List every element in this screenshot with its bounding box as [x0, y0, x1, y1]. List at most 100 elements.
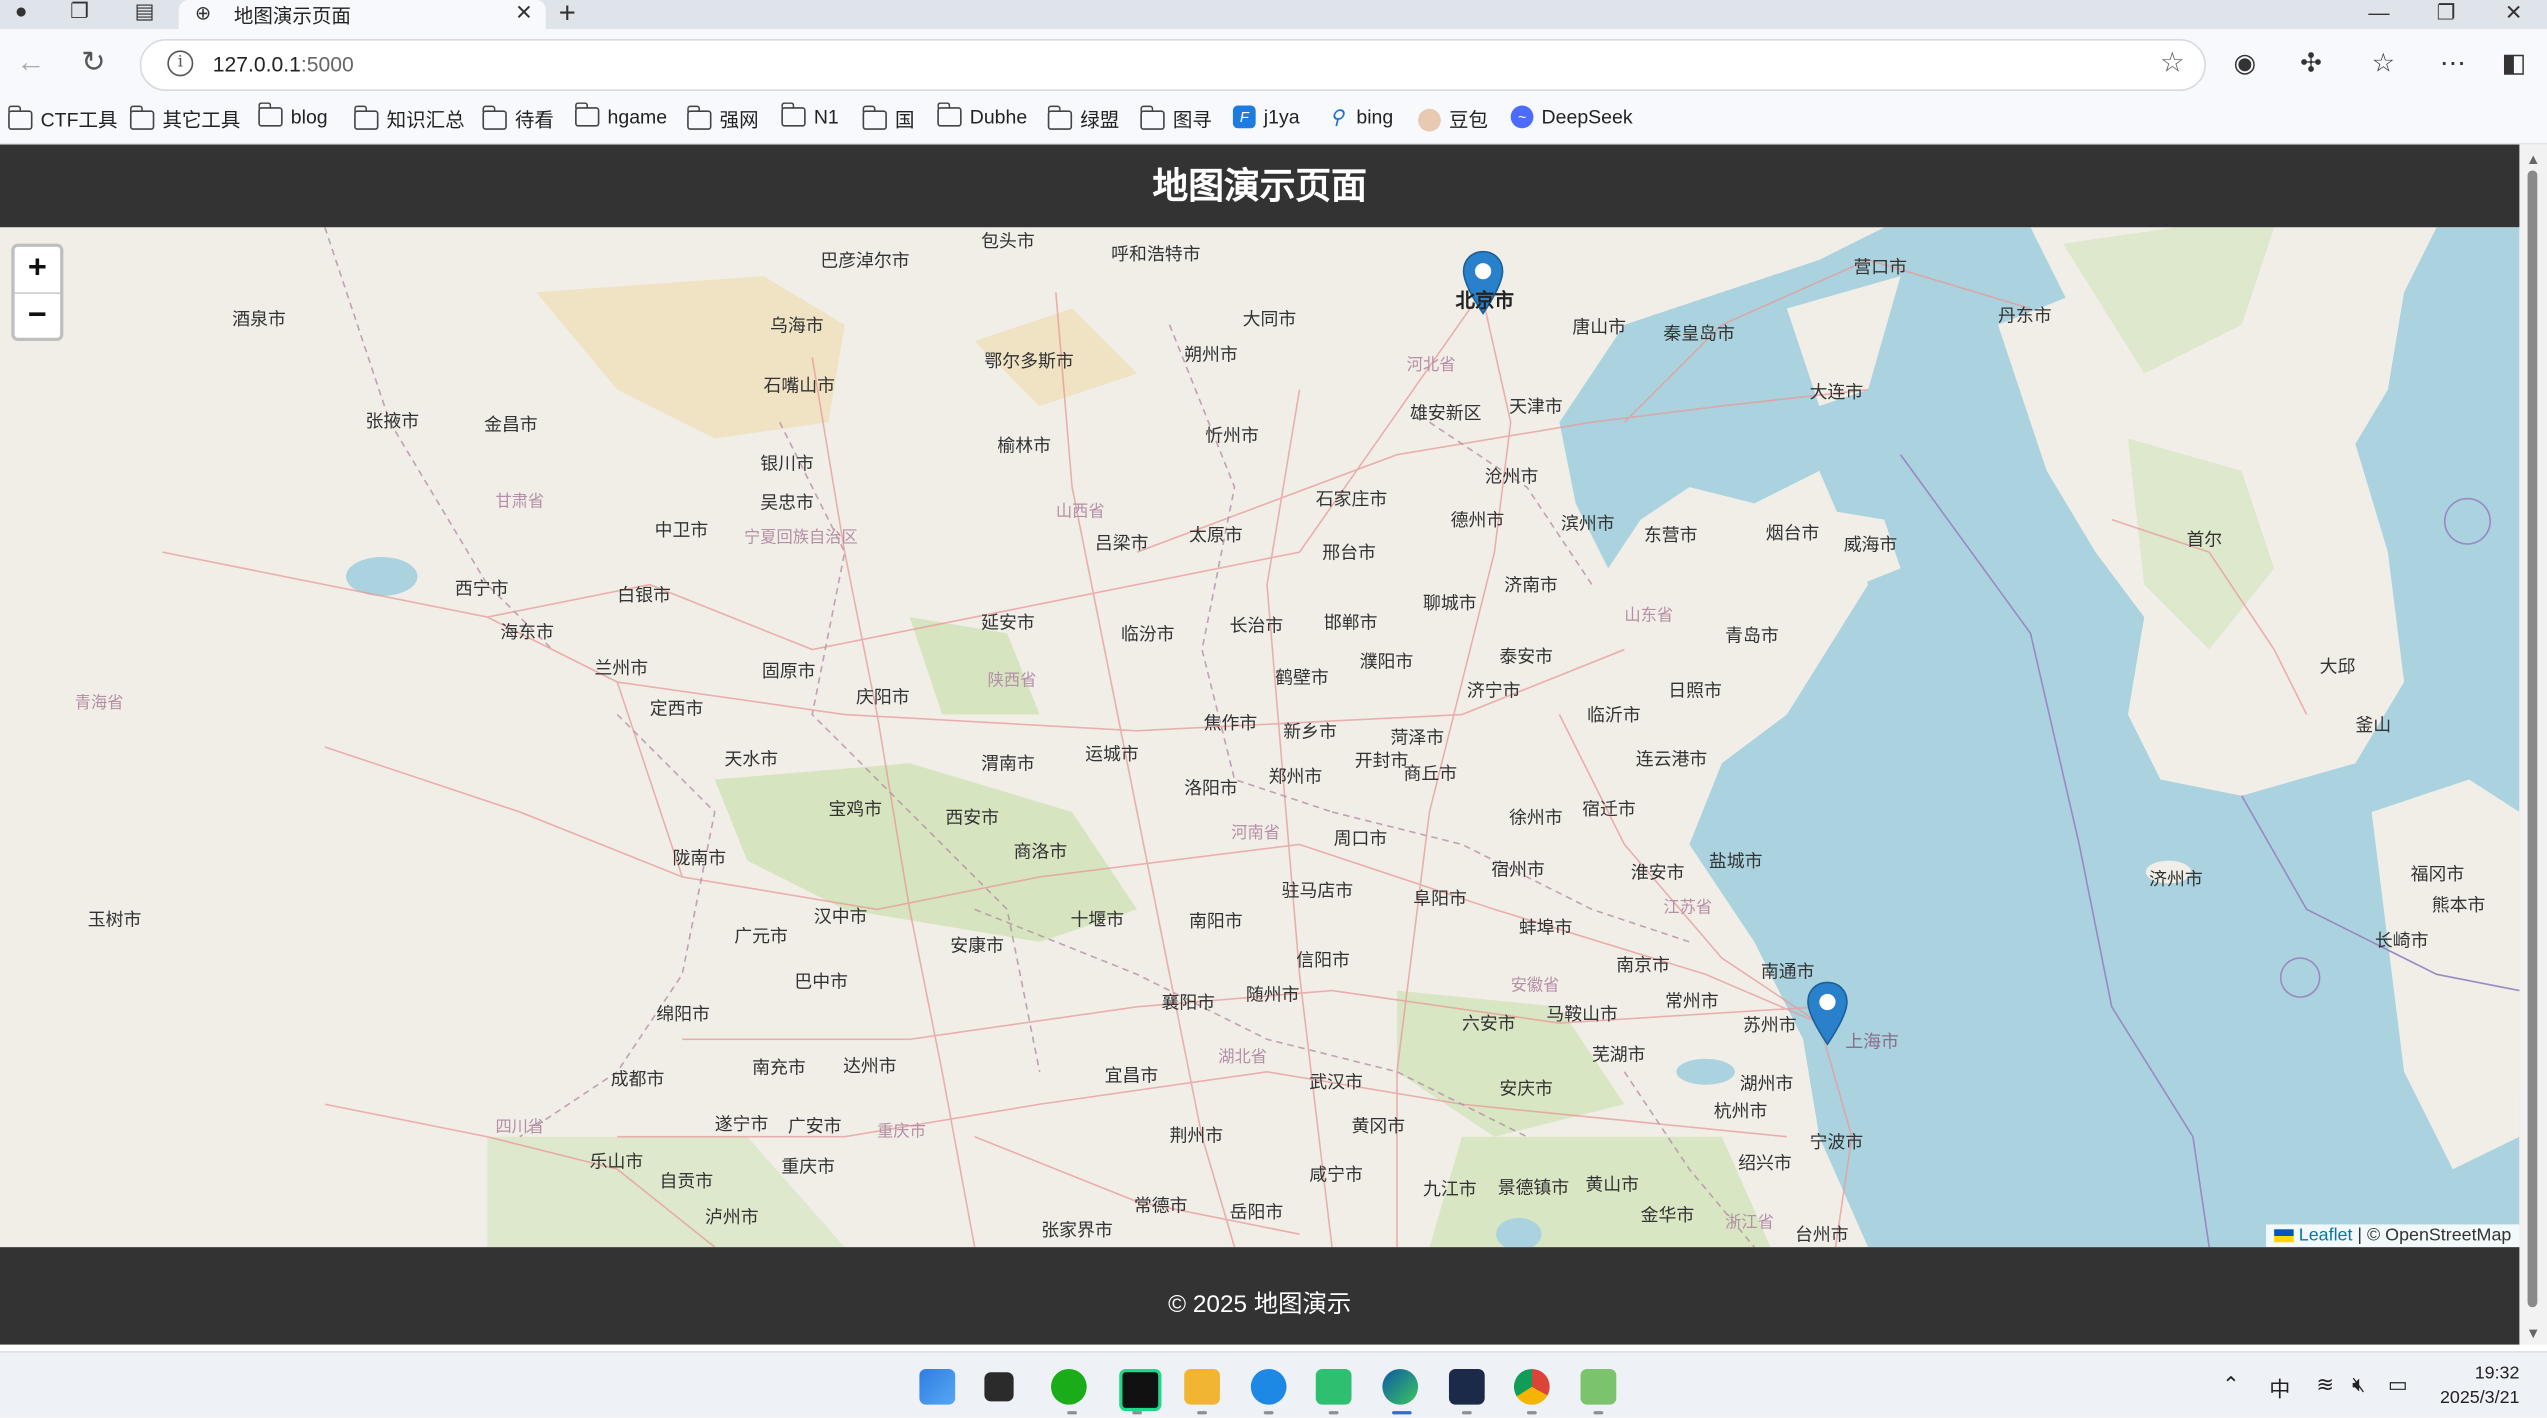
city-label: 秦皇岛市 [1663, 324, 1735, 345]
city-label: 宿州市 [1491, 860, 1545, 881]
city-label: 邢台市 [1322, 544, 1376, 564]
tab-title: 地图演示页面 [233, 4, 351, 28]
bookmark-folder[interactable]: CTF工具 [8, 104, 117, 134]
reload-icon[interactable]: ↻ [81, 45, 106, 79]
volume-muted-icon[interactable]: 🔇︎ [2352, 1372, 2365, 1398]
bookmark-link[interactable]: ⚲ bing [1326, 106, 1394, 129]
windows-taskbar: ⌃ 中 ≋ 🔇︎ ▭ 19:32 2025/3/21 [0, 1351, 2547, 1418]
terminal-cat-icon[interactable] [1448, 1368, 1485, 1405]
notes-app-icon[interactable] [1315, 1368, 1352, 1405]
city-label: 吴忠市 [760, 493, 814, 514]
favorites-icon[interactable]: ☆ [2372, 47, 2395, 79]
city-label: 自贡市 [659, 1172, 714, 1192]
tab-actions-icon[interactable]: ▤ [130, 0, 159, 26]
marker-label-beijing: 北京市 [1455, 289, 1514, 312]
battery-icon[interactable]: ▭ [2388, 1372, 2408, 1398]
city-label: 新乡市 [1283, 722, 1337, 743]
city-label: 连云港市 [1635, 750, 1708, 770]
city-label: 湖州市 [1739, 1075, 1794, 1095]
city-label: 驻马店市 [1281, 881, 1354, 902]
ime-indicator[interactable]: 中 [2269, 1372, 2290, 1403]
scrollbar-thumb[interactable] [2527, 170, 2538, 1308]
minimize-icon[interactable]: — [2368, 0, 2389, 24]
bookmark-folder[interactable]: 绿盟 [1047, 104, 1119, 134]
city-label: 商丘市 [1403, 764, 1458, 785]
city-label: 随州市 [1245, 985, 1300, 1006]
url-text[interactable]: 127.0.0.1:5000 [213, 52, 354, 76]
city-label: 兰州市 [594, 659, 649, 679]
chrome-icon[interactable] [1513, 1368, 1550, 1405]
city-label: 济州市 [2149, 870, 2203, 890]
city-label: 宁波市 [1809, 1133, 1864, 1153]
city-label: 海东市 [500, 623, 554, 644]
clock[interactable]: 19:32 2025/3/21 [2440, 1362, 2519, 1411]
bookmark-folder[interactable]: blog [258, 102, 328, 128]
bookmark-folder[interactable]: 其它工具 [129, 104, 240, 134]
site-info-icon[interactable]: i [167, 50, 194, 77]
osm-link[interactable]: OpenStreetMap [2385, 1226, 2511, 1245]
city-label: 雄安新区 [1409, 404, 1482, 424]
leaflet-map[interactable]: 山西省 陕西省 河南省 山东省 江苏省 安徽省 湖北省 四川省 重庆市 浙江省 … [0, 227, 2520, 1248]
bookmark-folder[interactable]: N1 [781, 102, 839, 128]
bookmark-folder[interactable]: hgame [575, 102, 667, 128]
bookmark-folder[interactable]: 图寻 [1140, 104, 1212, 134]
windows-start-icon[interactable] [919, 1368, 956, 1405]
edge-icon[interactable] [1382, 1368, 1419, 1405]
city-label: 广安市 [787, 1117, 842, 1137]
bookmark-folder[interactable]: 强网 [687, 104, 759, 134]
more-menu-icon[interactable]: ⋯ [2440, 47, 2466, 79]
leaflet-link[interactable]: Leaflet [2299, 1226, 2353, 1245]
folder-icon [687, 104, 712, 130]
bookmark-link[interactable]: Fj1ya [1232, 105, 1300, 129]
extension-circle-icon[interactable]: ◉ [2234, 47, 2257, 79]
new-tab-icon[interactable]: + [559, 0, 576, 31]
restore-icon[interactable]: ❐ [2437, 0, 2456, 26]
city-label: 咸宁市 [1309, 1165, 1363, 1186]
tab-active[interactable]: ⊕ 地图演示页面 ✕ [178, 0, 546, 30]
close-tab-icon[interactable]: ✕ [515, 0, 533, 26]
city-label: 呼和浩特市 [1111, 245, 1201, 265]
bookmark-folder[interactable]: 国 [862, 104, 915, 134]
page-scrollbar[interactable]: ▲ ▼ [2519, 144, 2547, 1345]
favorite-star-icon[interactable]: ☆ [2160, 47, 2185, 79]
city-label: 金昌市 [484, 415, 538, 436]
scroll-down-icon[interactable]: ▼ [2526, 1325, 2540, 1341]
city-label: 杭州市 [1713, 1102, 1768, 1123]
wechat-icon[interactable] [1050, 1368, 1087, 1405]
profile-icon[interactable]: ● [6, 0, 35, 26]
city-label: 朔州市 [1184, 345, 1238, 366]
back-icon[interactable]: ← [16, 45, 45, 79]
map-marker-shanghai[interactable] [1806, 981, 1848, 1046]
wifi-icon[interactable]: ≋ [2316, 1372, 2334, 1398]
bookmark-link[interactable]: ~ DeepSeek [1510, 105, 1633, 129]
extensions-icon[interactable]: ✣ [2300, 47, 2322, 79]
task-view-icon[interactable] [984, 1372, 1014, 1402]
city-label: 酒泉市 [232, 310, 286, 330]
bookmark-link[interactable]: 豆包 [1418, 106, 1488, 134]
url-bar[interactable]: i 127.0.0.1:5000 ☆ [139, 38, 2206, 91]
city-label: 遂宁市 [714, 1115, 769, 1136]
folder-icon [575, 102, 600, 127]
close-window-icon[interactable]: ✕ [2505, 0, 2523, 26]
city-label: 徐州市 [1509, 808, 1563, 829]
city-label: 开封市 [1354, 751, 1409, 772]
city-label: 首尔 [2186, 531, 2223, 551]
remote-desktop-icon[interactable] [1580, 1368, 1617, 1405]
bookmark-folder[interactable]: 知识汇总 [354, 104, 465, 134]
city-label: 临汾市 [1120, 625, 1175, 645]
file-explorer-icon[interactable] [1184, 1368, 1220, 1405]
scroll-up-icon[interactable]: ▲ [2526, 151, 2540, 167]
region-label: 江苏省 [1663, 899, 1713, 918]
sidebar-icon[interactable]: ◧ [2502, 47, 2527, 79]
tray-expand-icon[interactable]: ⌃ [2222, 1372, 2240, 1398]
bookmark-folder[interactable]: Dubhe [937, 102, 1027, 128]
zoom-out-button[interactable]: − [15, 294, 60, 339]
browser-app-icon[interactable] [1250, 1368, 1287, 1405]
marker-label-shanghai: 上海市 [1845, 1032, 1899, 1053]
city-label: 淮安市 [1630, 863, 1685, 884]
pycharm-icon[interactable] [1119, 1368, 1162, 1412]
zoom-in-button[interactable]: + [14, 247, 61, 294]
city-label: 张家界市 [1041, 1221, 1113, 1241]
workspaces-icon[interactable]: ❐ [65, 0, 94, 26]
bookmark-folder[interactable]: 待看 [482, 104, 554, 134]
